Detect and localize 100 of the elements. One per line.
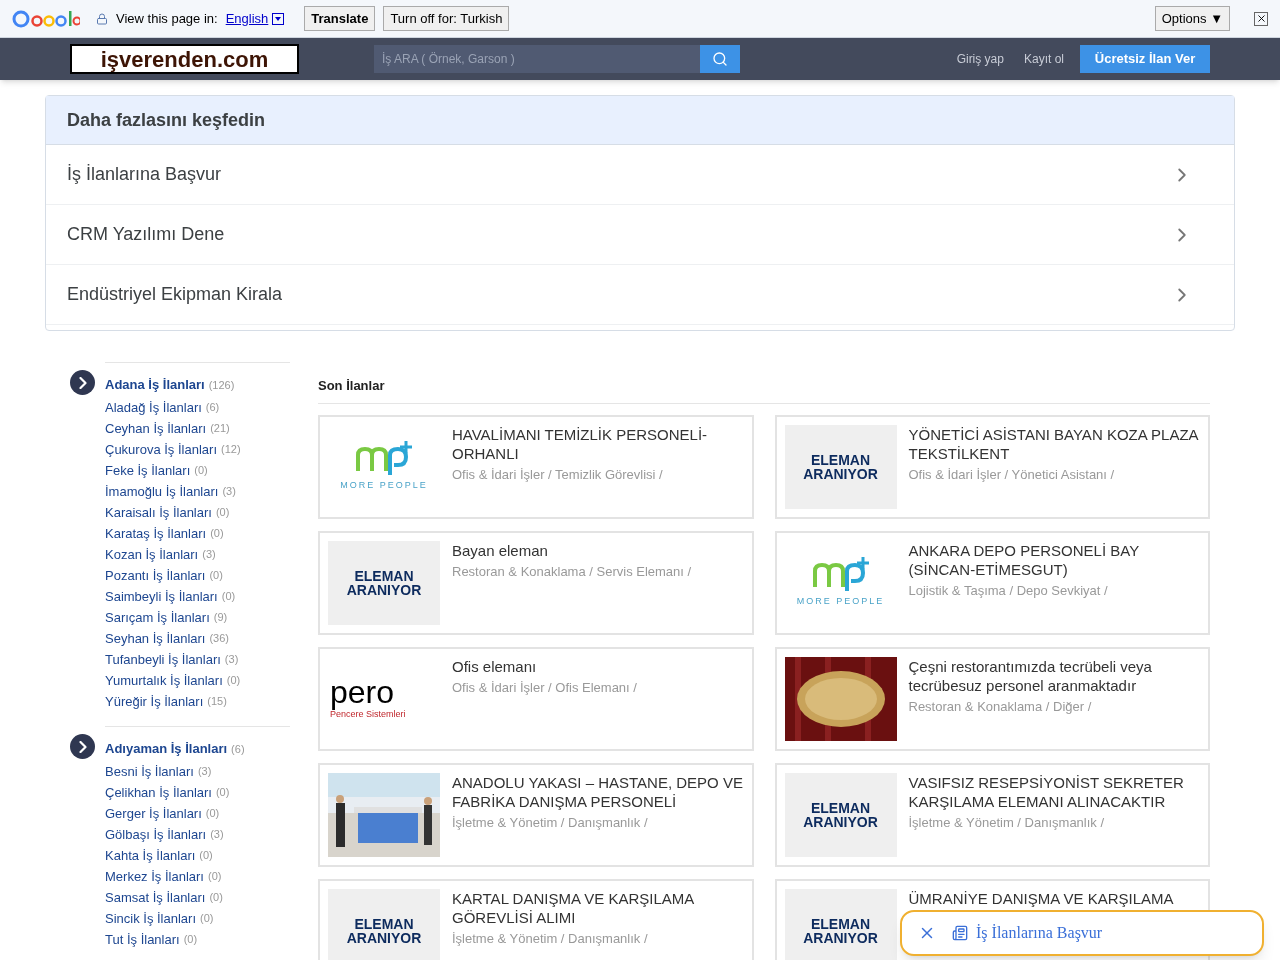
job-count: (6) [205, 400, 220, 416]
district-link[interactable]: Tut İş İlanları [105, 929, 180, 950]
job-title: YÖNETİCİ ASİSTANI BAYAN KOZA PLAZA TEKSTİLKENT [908, 425, 1200, 463]
explore-link[interactable]: Endüstriyel Ekipman Kirala [46, 265, 1234, 325]
job-card[interactable]: Çeşni restorantımızda tecrübeli veya tecrübesuz personel aranmaktadır Restoran & Konaklama / Diğer / [774, 647, 1210, 751]
logo-caption: MORE PEOPLE [796, 595, 885, 609]
expand-icon[interactable] [70, 370, 95, 395]
view-label: View this page in: [116, 9, 218, 28]
district-link[interactable]: Sarıçam İş İlanları [105, 607, 210, 628]
logo-icon [810, 557, 871, 592]
job-count: (0) [183, 932, 198, 948]
job-count: (12) [221, 442, 241, 458]
job-category: İşletme & Yönetim / Danışmanlık / [452, 814, 649, 832]
job-count: (0) [200, 911, 214, 927]
newspaper-icon [952, 925, 968, 941]
district-link[interactable]: Sincik İş İlanları [105, 908, 197, 929]
turn-off-button[interactable]: Turn off for: Turkish [383, 5, 510, 32]
chevron-right-icon [78, 740, 87, 753]
job-title: Çeşni restorantımızda tecrübeli veya tecrübesuz personel aranmaktadır [908, 657, 1153, 695]
job-title: ANKARA DEPO PERSONELİ BAY (SİNCAN-ETİMESGUT) [908, 541, 1140, 579]
job-card[interactable]: MORE PEOPLE ANKARA DEPO PERSONELİ BAY (SİNCAN-ETİMESGUT) Lojistik & Taşıma / Depo Sevkiyat / [774, 531, 1210, 635]
language-link[interactable]: English [225, 8, 269, 29]
prompt-link[interactable]: İş İlanlarına Başvur [952, 921, 1103, 945]
thumbnail-caption: ELEMAN ARANIYOR [345, 917, 423, 945]
job-title: VASIFSIZ RESEPSİYONİST SEKRETER KARŞILAMA ELEMANI ALINACAKTIR [908, 773, 1185, 811]
job-card[interactable]: ELEMAN ARANIYOR Bayan eleman Restoran & Konaklama / Servis Elemanı / [318, 531, 754, 635]
job-count: (0) [208, 869, 222, 885]
district-link[interactable]: Saimbeyli İş İlanları [105, 586, 218, 607]
job-category: İşletme & Yönetim / Danışmanlık / [452, 930, 649, 948]
job-count: (9) [213, 610, 228, 626]
expand-icon[interactable] [70, 734, 95, 759]
job-count: (3) [202, 547, 216, 563]
job-category: Restoran & Konaklama / Diğer / [908, 698, 1093, 716]
job-count: (21) [210, 421, 230, 437]
job-category: Ofis & İdari İşler / Temizlik Görevlisi / [452, 466, 664, 484]
district-link[interactable]: Çelikhan İş İlanları [105, 782, 212, 803]
job-count: (3) [197, 764, 212, 780]
job-title: ÜMRANİYE DANIŞMA VE KARŞILAMA [908, 889, 1174, 908]
district-link[interactable]: Gölbaşı İş İlanları [105, 824, 207, 845]
job-count: (6) [231, 741, 245, 757]
district-link[interactable]: Yumurtalık İş İlanları [105, 670, 223, 691]
site-logo[interactable]: işverenden.com [70, 44, 299, 74]
job-category: İşletme & Yönetim / Danışmanlık / [908, 814, 1106, 832]
district-link[interactable]: Kahta İş İlanları [105, 845, 196, 866]
job-count: (0) [215, 785, 230, 801]
district-link[interactable]: Karaisalı İş İlanları [105, 502, 212, 523]
job-title: ANADOLU YAKASI – HASTANE, DEPO VE FABRİKA DANIŞMA PERSONELİ [452, 773, 744, 811]
explore-link[interactable]: CRM Yazılımı Dene [46, 205, 1234, 265]
job-count: (0) [221, 589, 236, 605]
close-icon [1255, 13, 1267, 24]
job-count: (3) [222, 484, 236, 500]
options-button[interactable]: Options ▼ [1154, 5, 1230, 32]
job-card[interactable]: ELEMAN ARANIYOR VASIFSIZ RESEPSİYONİST SEKRETER KARŞILAMA ELEMANI ALINACAKTIR İşletme & Yönetim / Danışmanlık / [774, 763, 1210, 867]
job-count: (15) [207, 694, 227, 710]
region-link[interactable]: Adana İş İlanları [105, 375, 205, 395]
job-title: Bayan eleman [452, 541, 549, 560]
job-title: Ofis elemanı [452, 657, 538, 676]
job-count: (0) [226, 673, 241, 689]
dropdown-icon[interactable] [272, 12, 285, 25]
login-link[interactable]: Giriş yap [956, 50, 1004, 68]
search-button[interactable] [700, 45, 740, 73]
job-category: Restoran & Konaklama / Servis Elemanı / [452, 563, 692, 581]
job-card[interactable]: ANADOLU YAKASI – HASTANE, DEPO VE FABRİKA DANIŞMA PERSONELİ İşletme & Yönetim / Danışmanlık / [318, 763, 754, 867]
job-count: (0) [199, 848, 213, 864]
register-link[interactable]: Kayıt ol [1023, 50, 1064, 68]
district-link[interactable]: Tufanbeyli İş İlanları [105, 649, 221, 670]
district-link[interactable]: Karataş İş İlanları [105, 523, 207, 544]
district-link[interactable]: Çukurova İş İlanları [105, 439, 217, 460]
district-link[interactable]: Seyhan İş İlanları [105, 628, 206, 649]
job-count: (0) [209, 568, 223, 584]
thumbnail-caption: ELEMAN ARANIYOR [802, 917, 879, 945]
district-link[interactable]: İmamoğlu İş İlanları [105, 481, 219, 502]
job-category: Lojistik & Taşıma / Depo Sevkiyat / [908, 582, 1109, 600]
job-count: (36) [209, 631, 229, 647]
district-link[interactable]: Pozantı İş İlanları [105, 565, 206, 586]
job-card[interactable]: ELEMAN ARANIYOR KARTAL DANIŞMA VE KARŞILAMA GÖREVLİSİ ALIMI İşletme & Yönetim / Danışmanlık / [318, 879, 754, 960]
district-link[interactable]: Kozan İş İlanları [105, 544, 199, 565]
job-count: (126) [208, 377, 235, 393]
job-count: (0) [194, 463, 208, 479]
job-card[interactable]: MORE PEOPLE HAVALİMANI TEMİZLİK PERSONELİ-ORHANLI Ofis & İdari İşler / Temizlik Görevlisi / [318, 415, 754, 519]
district-link[interactable]: Merkez İş İlanları [105, 866, 204, 887]
logo-caption: pero [330, 676, 395, 709]
district-link[interactable]: Aladağ İş İlanları [105, 397, 202, 418]
district-link[interactable]: Gerger İş İlanları [105, 803, 202, 824]
job-card[interactable]: pero Pencere Sistemleri Ofis elemanı Ofis & İdari İşler / Ofis Elemanı / [318, 647, 754, 751]
logo-subcaption: Pencere Sistemleri [330, 709, 407, 722]
district-link[interactable]: Samsat İş İlanları [105, 887, 206, 908]
job-category: Ofis & İdari İşler / Ofis Elemanı / [452, 679, 637, 697]
job-count: (3) [224, 652, 239, 668]
job-card[interactable]: ELEMAN ARANIYOR YÖNETİCİ ASİSTANI BAYAN KOZA PLAZA TEKSTİLKENT Ofis & İdari İşler / Yönetici Asistanı / [774, 415, 1210, 519]
district-link[interactable]: Yüreğir İş İlanları [105, 691, 204, 712]
explore-link[interactable]: İş İlanlarına Başvur [46, 145, 1234, 205]
section-title: Son İlanlar [318, 378, 385, 393]
district-link[interactable]: Ceyhan İş İlanları [105, 418, 207, 439]
translate-button[interactable]: Translate [304, 5, 376, 32]
job-count: (0) [209, 890, 223, 906]
close-button[interactable] [1254, 11, 1268, 26]
district-link[interactable]: Feke İş İlanları [105, 460, 191, 481]
region-link[interactable]: Adıyaman İş İlanları [105, 739, 228, 759]
district-link[interactable]: Besni İş İlanları [105, 761, 194, 782]
